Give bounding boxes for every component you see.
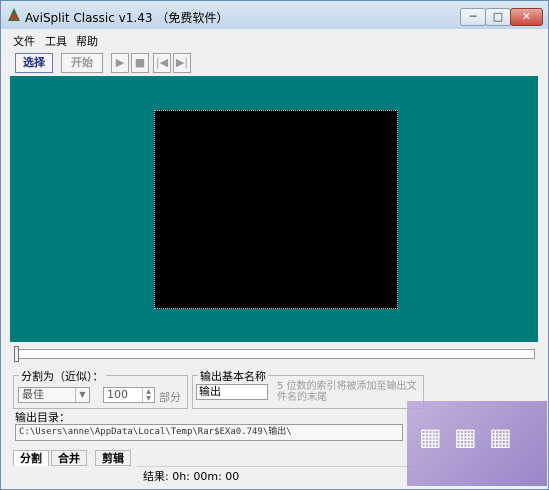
title-bar[interactable]: AviSplit Classic v1.43 （免费软件） ─ □ ✕ (1, 1, 548, 29)
seek-slider-thumb[interactable] (14, 346, 19, 362)
split-unit-label: 部分 (159, 391, 181, 404)
app-logo-icon (8, 8, 20, 21)
chevron-down-icon[interactable]: ▼ (75, 388, 89, 402)
video-preview (154, 110, 398, 309)
menu-file[interactable]: 文件 (13, 33, 35, 49)
watermark-overlay: ▦ ▦ ▦ (407, 401, 547, 486)
output-name-label: 输出基本名称 (198, 368, 268, 384)
select-button[interactable]: 选择 (15, 53, 53, 73)
stop-icon[interactable]: ■ (131, 53, 149, 73)
split-group-label: 分割为（近似）： (19, 368, 106, 384)
split-mode-select[interactable]: 最佳 ▼ (18, 387, 90, 403)
next-frame-icon[interactable]: ▶| (173, 53, 191, 73)
menu-tools[interactable]: 工具 (45, 33, 67, 49)
tab-edit[interactable]: 剪辑 (95, 450, 131, 466)
menu-bar: 文件 工具 帮助 (1, 31, 548, 49)
start-button[interactable]: 开始 (61, 53, 103, 73)
split-amount-stepper[interactable]: 100 ▲ ▼ (103, 387, 155, 403)
split-group: 分割为（近似）： 最佳 ▼ 100 ▲ ▼ 部分 (13, 368, 188, 409)
main-window: AviSplit Classic v1.43 （免费软件） ─ □ ✕ 文件 工… (0, 0, 549, 490)
maximize-button[interactable]: □ (485, 8, 511, 26)
close-button[interactable]: ✕ (510, 8, 543, 26)
status-text: 结果: 0h: 00m: 00 (143, 470, 240, 483)
seek-slider[interactable] (14, 346, 535, 362)
video-viewer (10, 76, 538, 342)
output-name-group: 输出基本名称 输出 5 位数的索引将被添加至输出文件名的末尾 (192, 368, 424, 409)
previous-frame-icon[interactable]: |◀ (153, 53, 171, 73)
spin-arrows-icon[interactable]: ▲ ▼ (142, 388, 154, 402)
output-dir-label: 输出目录： (15, 411, 70, 424)
output-dir-field[interactable]: C:\Users\anne\AppData\Local\Temp\Rar$EXa… (15, 424, 403, 441)
split-mode-value: 最佳 (22, 388, 44, 401)
output-name-note: 5 位数的索引将被添加至输出文件名的末尾 (277, 381, 417, 403)
minimize-button[interactable]: ─ (460, 8, 486, 26)
output-name-input[interactable]: 输出 (196, 384, 268, 400)
play-icon[interactable]: ▶ (111, 53, 129, 73)
split-amount-value: 100 (107, 388, 128, 401)
window-title: AviSplit Classic v1.43 （免费软件） (25, 11, 229, 25)
tab-merge[interactable]: 合并 (51, 450, 87, 466)
tab-split[interactable]: 分割 (13, 450, 49, 466)
menu-help[interactable]: 帮助 (76, 33, 98, 49)
toolbar: 选择 开始 ▶ ■ |◀ ▶| (1, 49, 548, 75)
watermark-glyph: ▦ ▦ ▦ (419, 423, 514, 451)
